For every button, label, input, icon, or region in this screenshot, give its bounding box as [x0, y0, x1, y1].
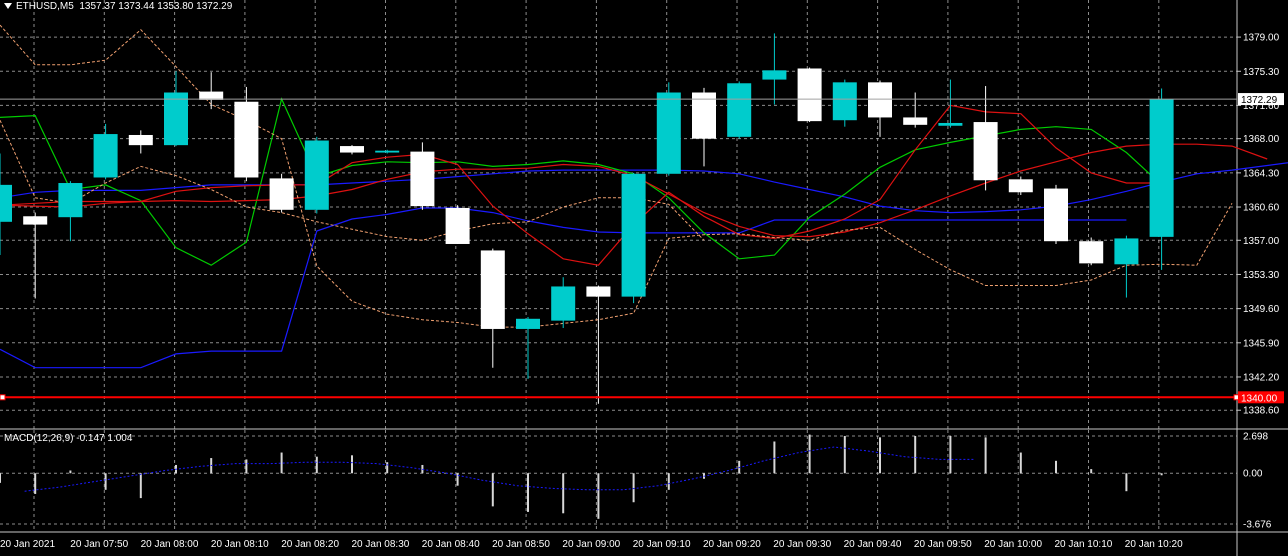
candle-bull [516, 318, 540, 329]
current-price-label: 1372.29 [1241, 95, 1278, 106]
time-tick-label: 20 Jan 10:20 [1125, 539, 1183, 550]
price-tick-label: 1345.90 [1243, 338, 1280, 349]
price-tick-label: 1357.00 [1243, 236, 1280, 247]
candle-bull [164, 92, 188, 146]
ohlc-values: 1357.37 1373.44 1353.80 1372.29 [79, 1, 233, 12]
price-tick-label: 1338.60 [1243, 406, 1280, 417]
price-tick-label: 1349.60 [1243, 304, 1280, 315]
candle-bull [58, 183, 83, 218]
candle-bear [973, 122, 998, 181]
candle-bear [128, 134, 153, 146]
time-tick-label: 20 Jan 10:10 [1055, 539, 1113, 550]
candle-bull [551, 286, 576, 321]
candle-bear [797, 68, 822, 122]
time-tick-label: 20 Jan 08:00 [141, 539, 199, 550]
candle-bear [23, 216, 48, 225]
candle-bear [410, 151, 435, 207]
candle-bear [1044, 188, 1068, 242]
candle-bull [1149, 99, 1174, 237]
time-tick-label: 20 Jan 09:20 [703, 539, 761, 550]
price-tick-label: 1342.20 [1243, 372, 1280, 383]
indicator-line-orange-line [0, 24, 1233, 328]
macd-title: MACD(12,26,9) -0.147 1.004 [4, 433, 133, 444]
time-tick-label: 20 Jan 09:30 [773, 539, 831, 550]
candle-bear [269, 178, 294, 210]
candle-bull [304, 140, 329, 210]
time-tick-label: 20 Jan 09:00 [562, 539, 620, 550]
candle-bear [868, 82, 892, 118]
price-tick-label: 1364.30 [1243, 168, 1280, 179]
time-tick-label: 20 Jan 08:50 [492, 539, 550, 550]
price-tick-label: 1379.00 [1243, 33, 1280, 44]
time-tick-label: 20 Jan 08:10 [211, 539, 269, 550]
chart-header: ETHUSD,M5 1357.37 1373.44 1353.80 1372.2… [4, 1, 232, 12]
candle-bear [480, 250, 505, 329]
level-price-label: 1340.00 [1241, 393, 1278, 404]
candle-bull [727, 83, 752, 137]
chart-canvas: 1379.001375.301371.601368.001364.301360.… [0, 0, 1288, 556]
candle-bull [375, 150, 400, 153]
price-tick-label: 1368.00 [1243, 134, 1280, 145]
candle-bear [1008, 179, 1033, 193]
time-tick-label: 20 Jan 08:30 [352, 539, 410, 550]
price-tick-label: 1375.30 [1243, 67, 1280, 78]
macd-tick-label: 2.698 [1243, 432, 1268, 443]
candle-bear [445, 207, 470, 244]
macd-signal-line [24, 446, 975, 492]
candle-bull [762, 70, 787, 80]
time-tick-label: 20 Jan 09:10 [633, 539, 691, 550]
collapse-triangle-icon[interactable] [4, 3, 12, 10]
macd-tick-label: -3.676 [1243, 520, 1272, 531]
time-tick-label: 20 Jan 08:40 [422, 539, 480, 550]
candle-bull [938, 122, 963, 126]
time-tick-label: 20 Jan 09:40 [844, 539, 902, 550]
level-handle-left [0, 394, 6, 401]
candle-bear [340, 146, 364, 153]
price-tick-label: 1353.30 [1243, 270, 1280, 281]
candle-bull [0, 184, 12, 222]
candle-bear [234, 101, 259, 178]
candle-bear [903, 117, 928, 125]
candle-bull [1114, 238, 1139, 265]
time-tick-label: 20 Jan 09:50 [914, 539, 972, 550]
symbol-label: ETHUSD,M5 [16, 1, 74, 12]
candle-bull [656, 92, 681, 174]
time-tick-label: 20 Jan 2021 [0, 539, 55, 550]
candle-bull [621, 173, 646, 297]
price-tick-label: 1360.60 [1243, 203, 1280, 214]
candle-bull [93, 134, 118, 178]
candle-bear [1079, 241, 1104, 264]
candle-bull [832, 82, 857, 121]
time-tick-label: 20 Jan 10:00 [984, 539, 1042, 550]
macd-tick-label: 0.00 [1243, 469, 1263, 480]
time-tick-label: 20 Jan 08:20 [281, 539, 339, 550]
candle-bear [586, 286, 611, 297]
time-tick-label: 20 Jan 07:50 [70, 539, 128, 550]
